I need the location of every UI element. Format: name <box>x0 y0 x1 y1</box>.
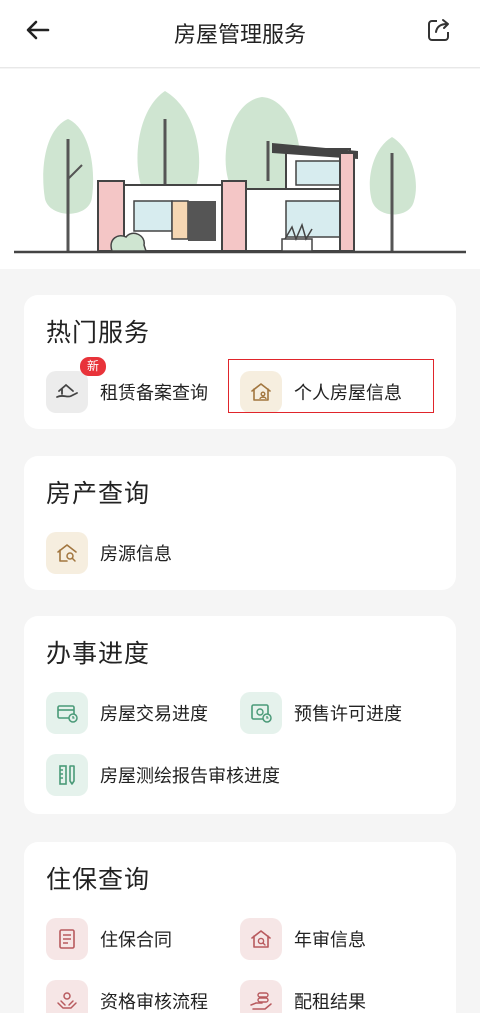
transaction-progress-item[interactable]: 房屋交易进度 <box>46 690 208 736</box>
share-icon[interactable] <box>426 17 452 43</box>
house-hand-icon: 新 <box>46 357 107 413</box>
contract-icon <box>46 918 88 960</box>
hot-services-title: 热门服务 <box>46 318 151 347</box>
page-title: 房屋管理服务 <box>173 23 306 48</box>
transaction-progress-label: 房屋交易进度 <box>100 704 208 725</box>
house-magnifier-icon <box>240 918 282 960</box>
new-badge: 新 <box>80 357 107 376</box>
house-banner-illustration <box>0 69 480 269</box>
qualification-review-process-label: 资格审核流程 <box>100 992 208 1013</box>
survey-report-review-progress-item[interactable]: 房屋测绘报告审核进度 <box>46 752 280 798</box>
house-search-icon <box>46 532 88 574</box>
annual-review-info-label: 年审信息 <box>294 930 366 951</box>
rental-allocation-result-label: 配租结果 <box>294 992 366 1013</box>
property-query-title: 房产查询 <box>46 479 151 508</box>
housing-security-title: 住保查询 <box>46 865 151 894</box>
hand-coins-icon <box>240 980 282 1013</box>
security-contract-item[interactable]: 住保合同 <box>46 916 172 962</box>
listing-info-label: 房源信息 <box>100 544 172 565</box>
security-contract-label: 住保合同 <box>100 930 172 951</box>
property-query-card: 房产查询 房源信息 <box>24 456 456 590</box>
progress-title: 办事进度 <box>46 639 151 668</box>
ruler-icon <box>46 754 88 796</box>
annual-review-info-item[interactable]: 年审信息 <box>240 916 366 962</box>
qualification-review-process-item[interactable]: 资格审核流程 <box>46 978 208 1013</box>
rental-filing-query-label: 租赁备案查询 <box>100 383 208 404</box>
survey-report-review-progress-label: 房屋测绘报告审核进度 <box>100 766 280 787</box>
presale-permit-progress-item[interactable]: 预售许可进度 <box>240 690 402 736</box>
housing-security-card: 住保查询 住保合同 年审信息 资格审核流程 配租结果 <box>24 842 456 1013</box>
rental-filing-query-item[interactable]: 新 租赁备案查询 <box>46 357 208 415</box>
app-header: 房屋管理服务 <box>0 0 480 68</box>
rental-allocation-result-item[interactable]: 配租结果 <box>240 978 366 1013</box>
card-clock-icon <box>46 692 88 734</box>
money-clock-icon <box>240 692 282 734</box>
selection-highlight-box <box>228 359 434 413</box>
progress-card: 办事进度 房屋交易进度 预售许可进度 房屋测绘报告审核进度 <box>24 616 456 814</box>
presale-permit-progress-label: 预售许可进度 <box>294 704 402 725</box>
listing-info-item[interactable]: 房源信息 <box>46 530 172 576</box>
hands-icon <box>46 980 88 1013</box>
